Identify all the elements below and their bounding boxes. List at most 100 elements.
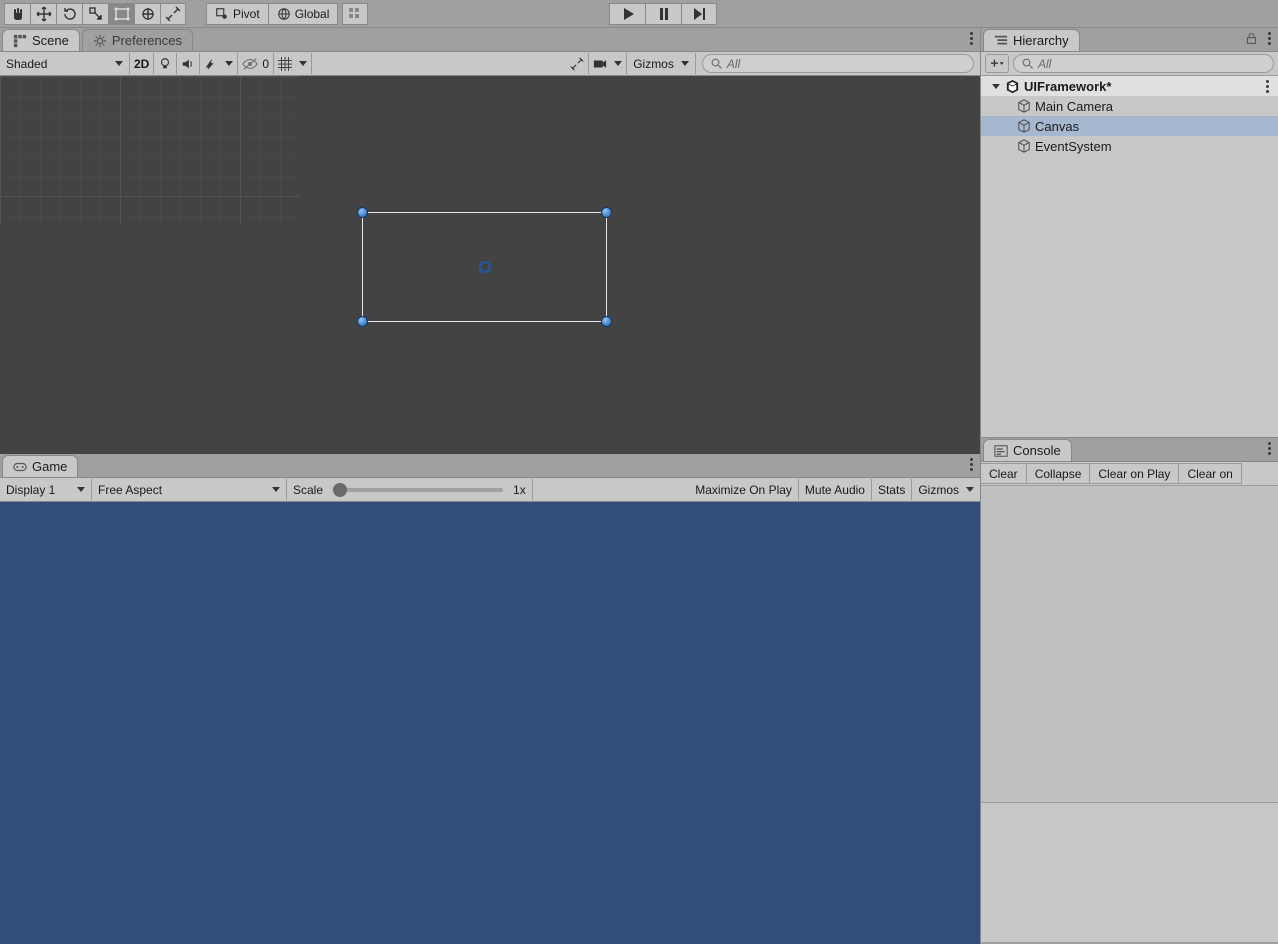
snap-toggle-button[interactable] xyxy=(342,3,368,25)
tools-dropdown[interactable] xyxy=(566,53,589,74)
scale-tool-button[interactable] xyxy=(82,3,108,25)
console-tab-row: Console xyxy=(981,438,1278,462)
game-tab-menu[interactable] xyxy=(966,458,976,471)
unity-logo-icon xyxy=(1005,79,1020,94)
console-clear-on-toggle[interactable]: Clear on xyxy=(1178,463,1241,484)
console-detail-area[interactable] xyxy=(981,802,1278,942)
playback-controls xyxy=(609,3,717,25)
display-label: Display 1 xyxy=(6,483,55,497)
handle-bottom-right[interactable] xyxy=(601,316,612,327)
grid-dropdown[interactable] xyxy=(274,53,312,74)
maximize-on-play-toggle[interactable]: Maximize On Play xyxy=(689,479,799,500)
create-button[interactable] xyxy=(985,54,1009,73)
scene-grid xyxy=(0,76,300,226)
game-viewport[interactable] xyxy=(0,502,980,944)
tab-hierarchy[interactable]: Hierarchy xyxy=(983,29,1080,51)
step-button[interactable] xyxy=(681,3,717,25)
hierarchy-item-eventsystem[interactable]: EventSystem xyxy=(981,136,1278,156)
hierarchy-panel: All UIFramework* Main Camera Canvas Eve xyxy=(981,52,1278,438)
hierarchy-toolbar: All xyxy=(981,52,1278,76)
lock-icon[interactable] xyxy=(1245,32,1258,45)
clear-on-play-label: Clear on Play xyxy=(1098,467,1170,481)
gear-icon xyxy=(93,34,107,48)
console-panel: Clear Collapse Clear on Play Clear on xyxy=(981,462,1278,942)
stats-toggle[interactable]: Stats xyxy=(872,479,912,500)
custom-tool-button[interactable] xyxy=(160,3,186,25)
console-toolbar: Clear Collapse Clear on Play Clear on xyxy=(981,462,1278,486)
gizmos-label: Gizmos xyxy=(633,57,674,71)
camera-dropdown[interactable] xyxy=(589,53,627,74)
pivot-mode-button[interactable]: Pivot xyxy=(206,3,269,25)
hierarchy-item-main-camera[interactable]: Main Camera xyxy=(981,96,1278,116)
console-tab-menu[interactable] xyxy=(1264,442,1274,455)
hand-tool-button[interactable] xyxy=(4,3,30,25)
move-tool-button[interactable] xyxy=(30,3,56,25)
kebab-icon xyxy=(1264,442,1274,455)
scene-search-placeholder: All xyxy=(727,57,740,71)
globe-icon xyxy=(277,7,291,21)
tab-scene[interactable]: Scene xyxy=(2,29,80,51)
two-d-toggle[interactable]: 2D xyxy=(130,53,154,74)
scene-viewport[interactable] xyxy=(0,76,980,454)
fx-dropdown[interactable] xyxy=(200,53,238,74)
pivot-label: Pivot xyxy=(233,7,260,21)
console-clear-button[interactable]: Clear xyxy=(981,463,1026,484)
shading-mode-dropdown[interactable]: Shaded xyxy=(0,53,130,74)
display-dropdown[interactable]: Display 1 xyxy=(0,479,92,500)
search-icon xyxy=(711,58,723,70)
rect-selection[interactable] xyxy=(362,212,607,322)
tab-preferences[interactable]: Preferences xyxy=(82,29,193,51)
scene-tab-menu[interactable] xyxy=(966,32,976,45)
handle-top-right[interactable] xyxy=(601,207,612,218)
handle-bottom-left[interactable] xyxy=(357,316,368,327)
scene-tab-row: Scene Preferences xyxy=(0,28,980,52)
search-icon xyxy=(1022,58,1034,70)
console-clear-on-play-toggle[interactable]: Clear on Play xyxy=(1089,463,1178,484)
grid-icon xyxy=(278,57,292,71)
slider-track[interactable] xyxy=(333,488,503,492)
rect-tool-button[interactable] xyxy=(108,3,134,25)
game-gizmos-dropdown[interactable]: Gizmos xyxy=(912,479,980,500)
stats-label: Stats xyxy=(878,483,905,497)
scale-slider[interactable]: Scale 1x xyxy=(287,479,533,500)
pause-button[interactable] xyxy=(645,3,681,25)
rotate-tool-button[interactable] xyxy=(56,3,82,25)
lighting-toggle[interactable] xyxy=(154,53,177,74)
gizmos-dropdown[interactable]: Gizmos xyxy=(627,53,696,74)
audio-icon xyxy=(181,57,195,71)
gameobject-icon xyxy=(1017,119,1031,133)
visibility-toggle[interactable]: 0 xyxy=(238,53,274,74)
scale-value: 1x xyxy=(513,483,526,497)
pivot-handle[interactable] xyxy=(479,261,491,273)
hidden-count: 0 xyxy=(262,57,269,71)
mute-audio-toggle[interactable]: Mute Audio xyxy=(799,479,872,500)
prefs-tab-label: Preferences xyxy=(112,33,182,48)
global-mode-button[interactable]: Global xyxy=(269,3,339,25)
hierarchy-tab-menu xyxy=(1245,32,1274,45)
console-tab-label: Console xyxy=(1013,443,1061,458)
tab-game[interactable]: Game xyxy=(2,455,78,477)
scene-icon xyxy=(13,34,27,48)
tab-console[interactable]: Console xyxy=(983,439,1072,461)
console-log-area[interactable] xyxy=(981,486,1278,802)
hierarchy-search-input[interactable]: All xyxy=(1013,54,1274,73)
aspect-label: Free Aspect xyxy=(98,483,162,497)
handle-top-left[interactable] xyxy=(357,207,368,218)
kebab-icon[interactable] xyxy=(1264,32,1274,45)
game-toolbar: Display 1 Free Aspect Scale 1x Maximize … xyxy=(0,478,980,502)
scene-menu-icon[interactable] xyxy=(1262,80,1272,93)
scene-search-input[interactable]: All xyxy=(702,54,974,73)
play-button[interactable] xyxy=(609,3,645,25)
transform-tool-button[interactable] xyxy=(134,3,160,25)
scale-label: Scale xyxy=(293,483,323,497)
slider-thumb[interactable] xyxy=(333,483,347,497)
scene-name-label: UIFramework* xyxy=(1024,79,1111,94)
hierarchy-item-canvas[interactable]: Canvas xyxy=(981,116,1278,136)
game-tab-label: Game xyxy=(32,459,67,474)
foldout-icon[interactable] xyxy=(991,81,1001,91)
hierarchy-scene-row[interactable]: UIFramework* xyxy=(981,76,1278,96)
aspect-dropdown[interactable]: Free Aspect xyxy=(92,479,287,500)
console-icon xyxy=(994,444,1008,458)
console-collapse-toggle[interactable]: Collapse xyxy=(1026,463,1090,484)
audio-toggle[interactable] xyxy=(177,53,200,74)
